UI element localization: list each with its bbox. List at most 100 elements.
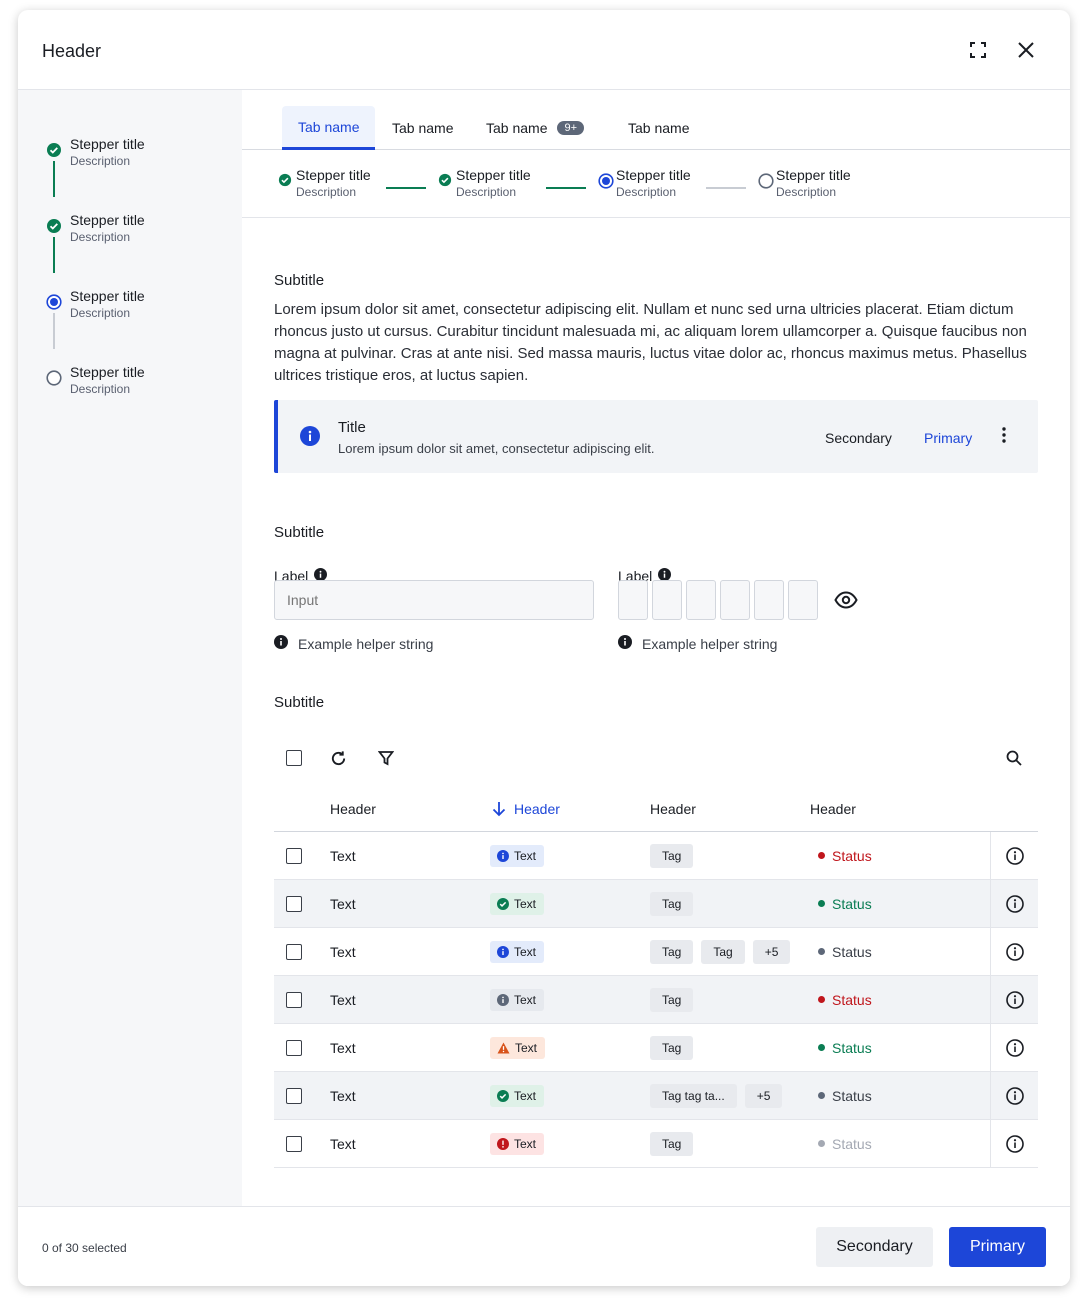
sidebar-step-1[interactable]: Stepper title Description bbox=[46, 136, 145, 168]
row-checkbox[interactable] bbox=[286, 928, 302, 975]
tag: Tag tag ta... bbox=[650, 1083, 737, 1108]
check-circle-icon bbox=[497, 897, 509, 910]
cell-status: Status bbox=[818, 880, 872, 927]
cell-text: Text bbox=[330, 943, 356, 960]
check-circle-icon bbox=[47, 219, 61, 233]
row-info-button[interactable] bbox=[990, 880, 1038, 927]
column-header[interactable]: Header bbox=[330, 801, 376, 817]
row-info-button[interactable] bbox=[990, 1072, 1038, 1119]
secondary-button[interactable]: Secondary bbox=[816, 1227, 933, 1267]
notification-primary-button[interactable]: Primary bbox=[924, 430, 972, 446]
column-header-sorted[interactable]: Header bbox=[492, 801, 560, 817]
header-label: Header bbox=[810, 801, 856, 817]
pin-digit-input[interactable] bbox=[652, 580, 682, 620]
pin-digit-input[interactable] bbox=[754, 580, 784, 620]
table-row[interactable]: Text Text Tag Status bbox=[274, 976, 1038, 1024]
step-title: Stepper title bbox=[70, 364, 145, 380]
eye-icon[interactable] bbox=[834, 591, 858, 614]
expand-icon[interactable] bbox=[968, 40, 988, 60]
cell-pill: Text bbox=[490, 1072, 545, 1119]
sidebar-step-2[interactable]: Stepper title Description bbox=[46, 212, 145, 244]
tab-1[interactable]: Tab name bbox=[282, 106, 376, 150]
step-title: Stepper title bbox=[616, 167, 691, 183]
row-checkbox[interactable] bbox=[286, 1120, 302, 1167]
refresh-icon[interactable] bbox=[330, 750, 347, 772]
row-info-button[interactable] bbox=[990, 976, 1038, 1023]
notification-secondary-button[interactable]: Secondary bbox=[825, 430, 892, 446]
step-title: Stepper title bbox=[70, 288, 145, 304]
row-checkbox[interactable] bbox=[286, 976, 302, 1023]
status-dot bbox=[818, 1092, 825, 1099]
select-all-checkbox[interactable] bbox=[286, 750, 302, 766]
info-outline-icon bbox=[1005, 894, 1024, 913]
row-info-button[interactable] bbox=[990, 1120, 1038, 1167]
overflow-menu-icon[interactable] bbox=[1002, 427, 1006, 448]
header-label: Header bbox=[330, 801, 376, 817]
tag: Tag bbox=[650, 843, 694, 868]
pin-digit-input[interactable] bbox=[788, 580, 818, 620]
stepper-step-1[interactable]: Stepper title Description bbox=[278, 167, 371, 199]
step-connector bbox=[53, 161, 55, 197]
tab-3[interactable]: Tab name 9+ bbox=[470, 106, 600, 150]
row-checkbox[interactable] bbox=[286, 832, 302, 879]
row-info-button[interactable] bbox=[990, 832, 1038, 879]
stepper-step-4[interactable]: Stepper title Description bbox=[758, 167, 851, 199]
column-header[interactable]: Header bbox=[810, 801, 856, 817]
cell-tags: Tag bbox=[650, 1120, 701, 1167]
table-row[interactable]: Text Text Tag Tag +5 Status bbox=[274, 928, 1038, 976]
tab-label: Tab name bbox=[392, 120, 454, 136]
tab-2[interactable]: Tab name bbox=[376, 106, 469, 150]
pin-digit-input[interactable] bbox=[686, 580, 716, 620]
status-pill: Text bbox=[490, 988, 545, 1011]
filter-icon[interactable] bbox=[377, 750, 395, 771]
tab-4[interactable]: Tab name bbox=[612, 106, 705, 150]
sidebar-step-3[interactable]: Stepper title Description bbox=[46, 288, 145, 320]
step-title: Stepper title bbox=[296, 167, 371, 183]
check-circle-icon bbox=[497, 1089, 509, 1102]
tag: Tag bbox=[650, 987, 694, 1012]
primary-button[interactable]: Primary bbox=[949, 1227, 1046, 1267]
status-dot bbox=[818, 948, 825, 955]
table-row[interactable]: Text Text Tag tag ta... +5 Status bbox=[274, 1072, 1038, 1120]
column-header[interactable]: Header bbox=[650, 801, 696, 817]
text-input[interactable] bbox=[274, 580, 594, 620]
table-row[interactable]: Text Text Tag Status bbox=[274, 1120, 1038, 1168]
table-row[interactable]: Text Text Tag Status bbox=[274, 880, 1038, 928]
row-checkbox[interactable] bbox=[286, 1024, 302, 1071]
stepper-step-2[interactable]: Stepper title Description bbox=[438, 167, 531, 199]
cell-tags: Tag tag ta... +5 bbox=[650, 1072, 790, 1119]
info-icon bbox=[618, 635, 632, 652]
status-pill: Text bbox=[490, 844, 545, 867]
pill-text: Text bbox=[515, 1040, 538, 1055]
check-circle-icon bbox=[438, 173, 452, 187]
table-row[interactable]: Text Text Tag Status bbox=[274, 832, 1038, 880]
cell-text: Text bbox=[330, 1039, 356, 1056]
step-description: Description bbox=[776, 185, 837, 199]
header-label: Header bbox=[514, 801, 560, 817]
pin-digit-input[interactable] bbox=[618, 580, 648, 620]
status-pill: Text bbox=[490, 892, 545, 915]
cell-status: Status bbox=[818, 1024, 872, 1071]
cell-tags: Tag bbox=[650, 976, 701, 1023]
modal-footer: 0 of 30 selected Secondary Primary bbox=[18, 1206, 1070, 1286]
row-info-button[interactable] bbox=[990, 928, 1038, 975]
checkbox bbox=[286, 1135, 302, 1152]
table-row[interactable]: Text Text Tag Status bbox=[274, 1024, 1038, 1072]
checkbox bbox=[286, 943, 302, 960]
info-icon bbox=[274, 635, 288, 652]
cell-text: Text bbox=[330, 1135, 356, 1152]
stepper-step-3[interactable]: Stepper title Description bbox=[598, 167, 691, 199]
checkbox bbox=[286, 1039, 302, 1056]
search-icon[interactable] bbox=[1006, 750, 1022, 771]
tab-bar: Tab name Tab name Tab name 9+ Tab name bbox=[242, 90, 1070, 150]
horizontal-stepper: Stepper title Description Stepper title … bbox=[242, 150, 1070, 218]
row-info-button[interactable] bbox=[990, 1024, 1038, 1071]
info-icon bbox=[497, 945, 509, 958]
sidebar-step-4[interactable]: Stepper title Description bbox=[46, 364, 145, 396]
row-checkbox[interactable] bbox=[286, 880, 302, 927]
pin-digit-input[interactable] bbox=[720, 580, 750, 620]
close-icon[interactable] bbox=[1016, 40, 1036, 60]
status-text: Status bbox=[832, 1039, 872, 1056]
row-checkbox[interactable] bbox=[286, 1072, 302, 1119]
sidebar-stepper: Stepper title Description Stepper title … bbox=[18, 90, 242, 1206]
